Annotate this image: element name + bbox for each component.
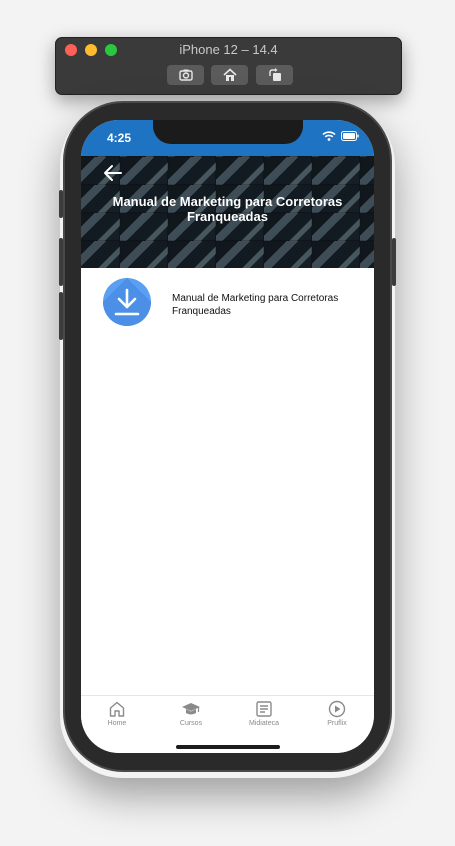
- tab-cursos[interactable]: Cursos: [161, 700, 221, 727]
- arrow-left-icon[interactable]: [103, 164, 123, 182]
- status-bar: 4:25: [81, 120, 374, 156]
- notch: [153, 120, 303, 144]
- list-item-label: Manual de Marketing para Corretoras Fran…: [172, 293, 339, 317]
- tab-home-label: Home: [107, 720, 127, 727]
- rotate-icon: [268, 68, 281, 81]
- play-circle-icon: [328, 700, 346, 718]
- status-icons: [322, 131, 359, 141]
- screenshot-button[interactable]: [167, 65, 204, 85]
- page-title: Manual de Marketing para Corretoras Fran…: [112, 194, 343, 224]
- tab-pruflix[interactable]: Pruflix: [307, 700, 367, 727]
- mute-switch: [59, 190, 63, 218]
- list-item[interactable]: Manual de Marketing para Corretoras Fran…: [103, 278, 363, 328]
- house-icon: [222, 68, 237, 81]
- battery-icon: [341, 131, 359, 141]
- volume-up-button: [59, 238, 63, 286]
- status-time: 4:25: [107, 131, 132, 145]
- simulator-toolbar: iPhone 12 – 14.4: [55, 37, 402, 95]
- home-icon: [109, 701, 125, 717]
- tab-cursos-label: Cursos: [179, 720, 203, 727]
- tab-midiateca[interactable]: Midiateca: [234, 700, 294, 727]
- document-icon: [256, 701, 272, 717]
- tab-home[interactable]: Home: [87, 700, 147, 727]
- tab-pruflix-label: Pruflix: [327, 720, 347, 727]
- simulator-title: iPhone 12 – 14.4: [179, 42, 278, 57]
- volume-down-button: [59, 292, 63, 340]
- wifi-icon: [322, 131, 336, 141]
- download-icon: [114, 288, 140, 316]
- home-hardware-button[interactable]: [211, 65, 248, 85]
- app-screen: 4:25 Manual de Marketing para Corretoras…: [81, 120, 374, 753]
- rotate-button[interactable]: [256, 65, 293, 85]
- header-banner: Manual de Marketing para Corretoras Fran…: [81, 156, 374, 268]
- graduation-cap-icon: [182, 703, 200, 715]
- download-button[interactable]: [103, 278, 151, 326]
- home-indicator: [176, 745, 280, 749]
- power-button: [392, 238, 396, 286]
- camera-icon: [178, 69, 193, 81]
- tab-midiateca-label: Midiateca: [249, 720, 279, 727]
